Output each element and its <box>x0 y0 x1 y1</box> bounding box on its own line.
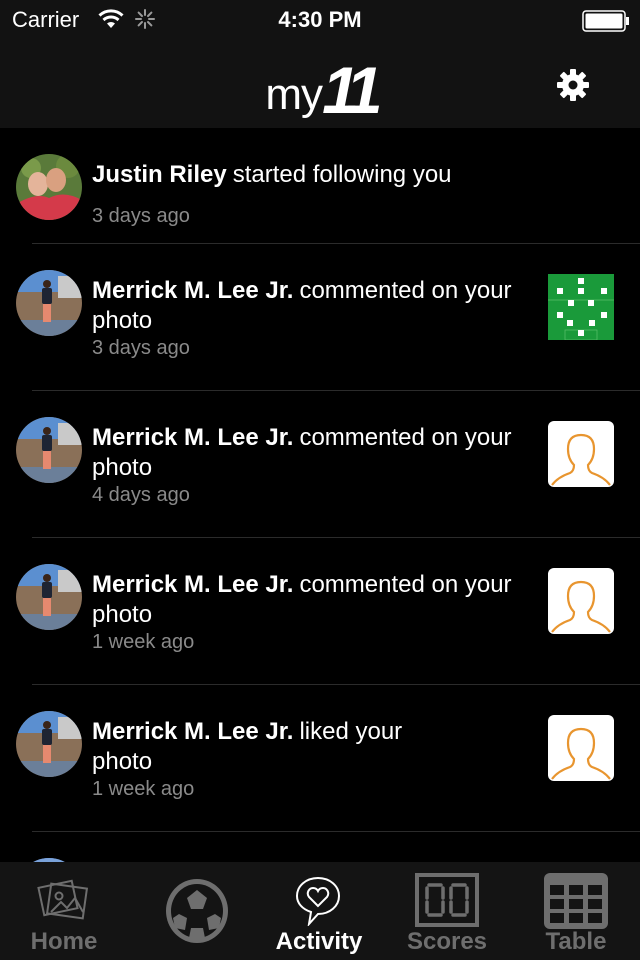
activity-item[interactable] <box>0 832 640 862</box>
activity-text: Merrick M. Lee Jr. commented on your phot… <box>92 423 532 483</box>
activity-action: started following you <box>232 161 452 188</box>
timestamp: 1 week ago <box>92 631 195 653</box>
user-name-link[interactable]: Merrick M. Lee Jr. <box>92 424 293 451</box>
placeholder-person-thumbnail[interactable] <box>548 715 614 781</box>
tab-activity[interactable]: Activity <box>255 862 383 960</box>
timestamp: 4 days ago <box>92 484 190 506</box>
avatar[interactable] <box>16 564 82 630</box>
activity-item[interactable]: Justin Riley started following you 3 days… <box>0 128 640 244</box>
logo-my-text: my <box>265 70 323 119</box>
activity-item[interactable]: Merrick M. Lee Jr. commented on your phot… <box>0 244 640 391</box>
tab-scores[interactable]: Scores <box>383 862 511 960</box>
user-name-link[interactable]: Merrick M. Lee Jr. <box>92 571 293 598</box>
soccer-ball-icon <box>166 879 228 943</box>
timestamp: 3 days ago <box>92 337 190 359</box>
tab-bar: Home Activity Scores Table <box>0 862 640 960</box>
avatar[interactable] <box>16 417 82 483</box>
photos-icon <box>37 879 89 920</box>
user-name-link[interactable]: Merrick M. Lee Jr. <box>92 277 293 304</box>
app-logo: my11 <box>0 48 640 127</box>
status-bar: Carrier 4:30 PM <box>0 0 640 40</box>
timestamp: 1 week ago <box>92 778 195 800</box>
user-name-link[interactable]: Merrick M. Lee Jr. <box>92 718 293 745</box>
activity-text: Merrick M. Lee Jr. commented on your phot… <box>92 276 532 336</box>
clock: 4:30 PM <box>278 7 362 32</box>
tab-label: Home <box>30 928 98 955</box>
battery-icon <box>582 10 629 32</box>
avatar[interactable] <box>16 711 82 777</box>
tab-label: Activity <box>275 928 363 955</box>
avatar[interactable] <box>16 154 82 220</box>
user-name-link[interactable]: Justin Riley <box>92 161 227 188</box>
logo-eleven-text: 11 <box>322 53 382 127</box>
scoreboard-icon <box>415 873 479 927</box>
activity-text: Merrick M. Lee Jr. liked your photo <box>92 717 452 777</box>
navigation-bar: my11 <box>0 40 640 128</box>
activity-item[interactable]: Merrick M. Lee Jr. commented on your phot… <box>0 538 640 685</box>
gear-icon[interactable] <box>555 67 591 103</box>
heart-bubble-icon <box>295 876 341 926</box>
tab-home[interactable]: Home <box>0 862 128 960</box>
tab-table[interactable]: Table <box>512 862 640 960</box>
avatar[interactable] <box>16 270 82 336</box>
placeholder-person-thumbnail[interactable] <box>548 421 614 487</box>
tab-label: Scores <box>406 928 488 955</box>
activity-text: Justin Riley started following you <box>92 160 532 190</box>
placeholder-person-thumbnail[interactable] <box>548 568 614 634</box>
activity-item[interactable]: Merrick M. Lee Jr. commented on your phot… <box>0 391 640 538</box>
activity-feed[interactable]: Justin Riley started following you 3 days… <box>0 128 640 862</box>
table-grid-icon <box>544 873 608 929</box>
tab-label: Table <box>545 928 607 955</box>
lineup-photo-thumbnail[interactable] <box>548 274 614 340</box>
activity-item[interactable]: Merrick M. Lee Jr. liked your photo 1 wee… <box>0 685 640 832</box>
timestamp: 3 days ago <box>92 205 190 227</box>
activity-text: Merrick M. Lee Jr. commented on your phot… <box>92 570 532 630</box>
tab-my-team[interactable] <box>133 862 261 960</box>
